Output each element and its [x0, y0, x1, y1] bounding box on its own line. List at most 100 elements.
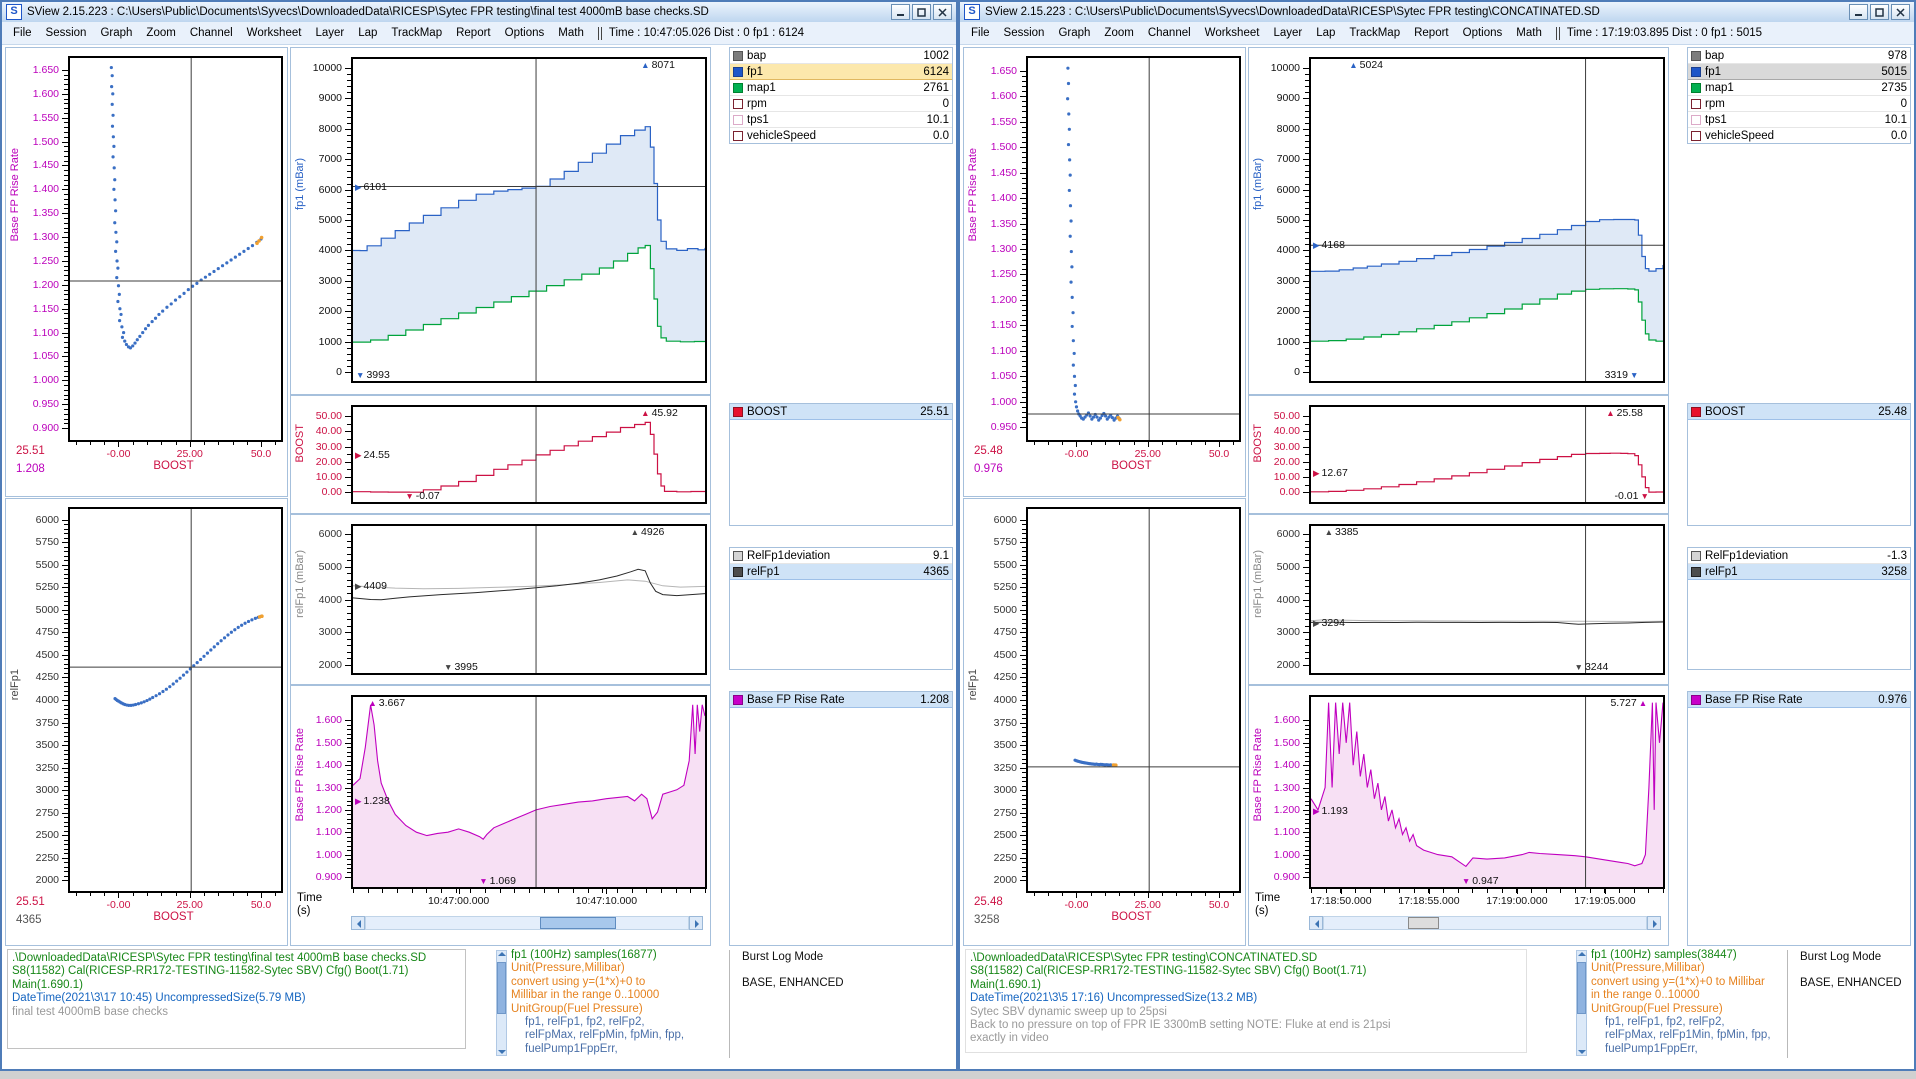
channel-row[interactable]: BOOST25.48	[1688, 404, 1910, 420]
menu-item-zoom[interactable]: Zoom	[1097, 26, 1140, 40]
channel-row[interactable]: relFp13258	[1688, 564, 1910, 580]
channel-row[interactable]: RelFp1deviation-1.3	[1688, 548, 1910, 564]
boost-plot[interactable]: ▲25.58▶12.67-0.01▼	[1309, 405, 1665, 504]
tick	[1022, 315, 1026, 316]
relfp-plot[interactable]: ▲3385▶3294▼3244	[1309, 524, 1665, 675]
tick-label: 7000	[291, 153, 342, 165]
menu-item-lap[interactable]: Lap	[351, 26, 384, 40]
menu-item-channel[interactable]: Channel	[183, 26, 240, 40]
close-button[interactable]	[933, 4, 952, 20]
channel-row[interactable]: tps110.1	[730, 112, 952, 128]
close-button[interactable]	[1891, 4, 1910, 20]
menu-item-channel[interactable]: Channel	[1141, 26, 1198, 40]
fp1-plot[interactable]: ▲5024▶41683319▼	[1309, 57, 1665, 383]
scroll-thumb[interactable]	[1577, 962, 1586, 1014]
fp1-plot[interactable]: ▲8071▶6101▼3993	[351, 57, 707, 383]
menu-item-file[interactable]: File	[6, 26, 39, 40]
scatter1-plot[interactable]	[1026, 56, 1241, 442]
channel-row[interactable]: rpm0	[730, 96, 952, 112]
scroll-left-icon[interactable]	[1309, 916, 1323, 930]
channel-row[interactable]: map12735	[1688, 80, 1910, 96]
menu-item-options[interactable]: Options	[1456, 26, 1510, 40]
menu-item-session[interactable]: Session	[39, 26, 94, 40]
time-scrollbar[interactable]	[1309, 916, 1661, 930]
channel-row[interactable]: Base FP Rise Rate0.976	[1688, 692, 1910, 708]
channel-row[interactable]: fp15015	[1688, 64, 1910, 80]
tick-label: 6000	[964, 514, 1017, 526]
channel-row[interactable]: tps110.1	[1688, 112, 1910, 128]
maximize-button[interactable]	[912, 4, 931, 20]
menu-item-graph[interactable]: Graph	[1051, 26, 1097, 40]
window-left: S SView 2.15.223 : C:\Users\Public\Docum…	[0, 0, 958, 1071]
titlebar[interactable]: S SView 2.15.223 : C:\Users\Public\Docum…	[960, 2, 1914, 23]
scroll-right-icon[interactable]	[1647, 916, 1661, 930]
basefp-plot[interactable]: 5.727▲▶1.193▼0.947	[1309, 695, 1665, 889]
channel-row[interactable]: bap978	[1688, 48, 1910, 64]
tick	[1020, 813, 1026, 814]
channel-row[interactable]: vehicleSpeed0.0	[730, 128, 952, 144]
relfp-plot[interactable]: ▲4926▶4409▼3995	[351, 524, 707, 675]
channel-row[interactable]: BOOST25.51	[730, 404, 952, 420]
tick	[1303, 447, 1309, 448]
minimize-button[interactable]	[891, 4, 910, 20]
scroll-up-icon[interactable]	[1578, 952, 1586, 956]
tick	[1022, 682, 1026, 683]
tick	[347, 652, 351, 653]
scatter2-plot[interactable]	[68, 507, 283, 893]
time-scrollbar[interactable]	[351, 916, 703, 930]
menu-item-math[interactable]: Math	[551, 26, 591, 40]
channel-name: Base FP Rise Rate	[1705, 694, 1874, 706]
scroll-left-icon[interactable]	[351, 916, 365, 930]
menu-item-zoom[interactable]: Zoom	[139, 26, 182, 40]
tick	[1020, 587, 1026, 588]
channel-row[interactable]: vehicleSpeed0.0	[1688, 128, 1910, 144]
channel-row[interactable]: map12761	[730, 80, 952, 96]
minimize-button[interactable]	[1849, 4, 1868, 20]
channel-row[interactable]: bap1002	[730, 48, 952, 64]
scroll-thumb[interactable]	[497, 962, 506, 1014]
scroll-up-icon[interactable]	[498, 952, 506, 956]
channel-row[interactable]: RelFp1deviation9.1	[730, 548, 952, 564]
channel-row[interactable]: Base FP Rise Rate1.208	[730, 692, 952, 708]
menu-item-lap[interactable]: Lap	[1309, 26, 1342, 40]
channel-row[interactable]: relFp14365	[730, 564, 952, 580]
menu-item-worksheet[interactable]: Worksheet	[240, 26, 309, 40]
channel-row[interactable]: fp16124	[730, 64, 952, 80]
scroll-thumb[interactable]	[540, 917, 616, 929]
tick	[347, 348, 351, 349]
scroll-right-icon[interactable]	[689, 916, 703, 930]
scatter2-plot[interactable]	[1026, 507, 1241, 893]
maximize-button[interactable]	[1870, 4, 1889, 20]
tick	[1219, 893, 1220, 898]
boost-plot[interactable]: ▲45.92▶24.55▼-0.07	[351, 405, 707, 504]
scroll-track[interactable]	[365, 916, 689, 930]
log-file-info[interactable]: .\DownloadedData\RICESP\Sytec FPR testin…	[7, 949, 466, 1049]
channel-info-scrollbar[interactable]	[1576, 950, 1587, 1056]
tick	[347, 819, 351, 820]
menu-item-graph[interactable]: Graph	[93, 26, 139, 40]
scroll-down-icon[interactable]	[1578, 1050, 1586, 1054]
scroll-track[interactable]	[1323, 916, 1647, 930]
menu-item-report[interactable]: Report	[1407, 26, 1456, 40]
menu-item-math[interactable]: Math	[1509, 26, 1549, 40]
channel-row[interactable]: rpm0	[1688, 96, 1910, 112]
scroll-thumb[interactable]	[1408, 917, 1439, 929]
menu-item-layer[interactable]: Layer	[1266, 26, 1309, 40]
channel-info-scrollbar[interactable]	[496, 950, 507, 1056]
menu-item-layer[interactable]: Layer	[308, 26, 351, 40]
menu-item-report[interactable]: Report	[449, 26, 498, 40]
menu-item-session[interactable]: Session	[997, 26, 1052, 40]
scroll-down-icon[interactable]	[498, 1050, 506, 1054]
log-file-info[interactable]: .\DownloadedData\RICESP\Sytec FPR testin…	[965, 949, 1527, 1053]
menu-item-file[interactable]: File	[964, 26, 997, 40]
scatter1-plot[interactable]	[68, 56, 283, 442]
titlebar[interactable]: S SView 2.15.223 : C:\Users\Public\Docum…	[2, 2, 956, 23]
basefp-plot[interactable]: ▲3.667▶1.238▼1.069	[351, 695, 707, 889]
tick	[345, 877, 351, 878]
tick	[345, 632, 351, 633]
tick	[62, 404, 68, 405]
menu-item-worksheet[interactable]: Worksheet	[1198, 26, 1267, 40]
menu-item-trackmap[interactable]: TrackMap	[384, 26, 449, 40]
menu-item-options[interactable]: Options	[498, 26, 552, 40]
menu-item-trackmap[interactable]: TrackMap	[1342, 26, 1407, 40]
